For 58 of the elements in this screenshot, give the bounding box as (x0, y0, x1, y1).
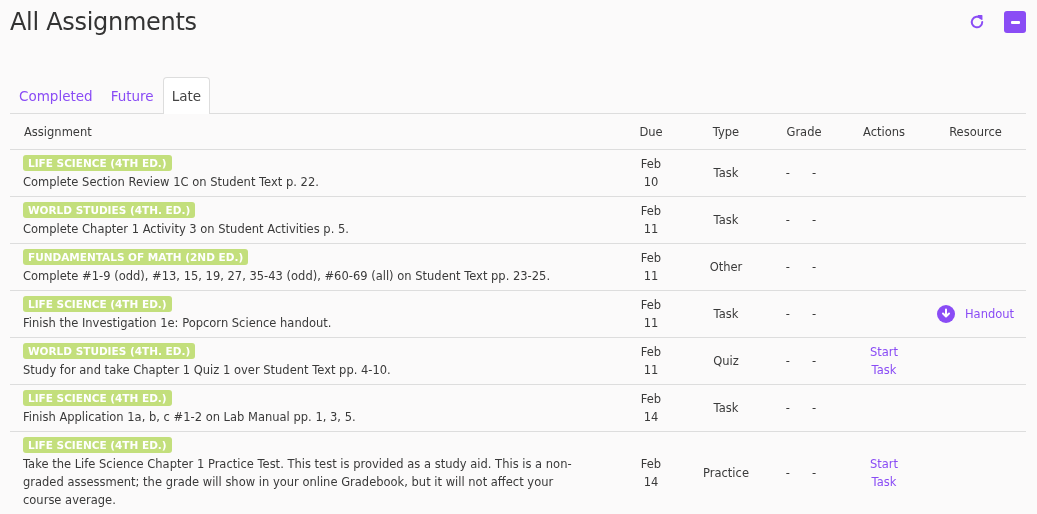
grade-value: - (785, 307, 790, 321)
grade-value: - (812, 166, 817, 180)
tab[interactable]: Completed (10, 77, 102, 114)
assignment-description: Complete Chapter 1 Activity 3 on Student Activities p. 5. (23, 221, 350, 238)
collapse-button[interactable] (1004, 11, 1026, 33)
grade-value: - (812, 354, 817, 368)
assignment-type: Other (709, 260, 743, 274)
grade-value: - (812, 401, 817, 415)
due-date: Feb 11 (639, 297, 663, 332)
column-header: Resource (925, 114, 1026, 150)
assignment-description: Finish Application 1a, b, c #1-2 on Lab Manual pp. 1, 3, 5. (23, 409, 357, 426)
assignment-type: Task (713, 401, 739, 415)
course-tag: LIFE SCIENCE (4TH ED.) (23, 437, 172, 453)
due-date: Feb 10 (639, 156, 663, 191)
assignment-type: Task (713, 166, 739, 180)
column-header: Actions (843, 114, 925, 150)
column-header: Assignment (10, 114, 615, 150)
course-tag: FUNDAMENTALS OF MATH (2ND ED.) (23, 249, 249, 265)
handout-link[interactable]: Handout (964, 307, 1015, 321)
assignment-description: Take the Life Science Chapter 1 Practice Test. This test is provided as a study aid. This is a non-graded assessment; the grade will show in your online Gradebook, but it will not affect your course average. (23, 456, 573, 509)
course-tag: LIFE SCIENCE (4TH ED.) (23, 390, 172, 406)
due-date: Feb 14 (639, 391, 663, 426)
assignment-type: Practice (703, 466, 749, 480)
refresh-icon[interactable] (968, 13, 986, 31)
assignment-description: Study for and take Chapter 1 Quiz 1 over Student Text pp. 4-10. (23, 362, 392, 379)
start-task-link[interactable]: Start Task (866, 343, 902, 379)
grade-value: - (812, 307, 817, 321)
assignment-description: Complete Section Review 1C on Student Text p. 22. (23, 174, 320, 191)
grade-value: - (785, 213, 790, 227)
grade-value: - (812, 260, 817, 274)
due-date: Feb 11 (639, 203, 663, 238)
assignment-description: Finish the Investigation 1e: Popcorn Science handout. (23, 315, 333, 332)
grade-value: - (785, 401, 790, 415)
grade-value: - (785, 166, 790, 180)
start-task-link[interactable]: Start Task (866, 455, 902, 491)
page-title: All Assignments (10, 8, 197, 36)
course-tag: WORLD STUDIES (4TH. ED.) (23, 343, 196, 359)
due-date: Feb 11 (639, 344, 663, 379)
grade-value: - (785, 260, 790, 274)
tab[interactable]: Future (101, 77, 163, 114)
column-header: Due (615, 114, 687, 150)
assignment-type: Task (713, 213, 739, 227)
tab[interactable]: Late (162, 77, 211, 114)
course-tag: WORLD STUDIES (4TH. ED.) (23, 202, 196, 218)
grade-value: - (785, 466, 790, 480)
column-header: Type (687, 114, 765, 150)
grade-value: - (812, 466, 817, 480)
grade-value: - (812, 213, 817, 227)
assignment-description: Complete #1-9 (odd), #13, 15, 19, 27, 35-43 (odd), #60-69 (all) on Student Text pp. 23-25. (23, 268, 552, 285)
download-icon[interactable] (936, 305, 955, 323)
due-date: Feb 11 (639, 250, 663, 285)
assignment-type: Quiz (713, 354, 739, 368)
grade-value: - (785, 354, 790, 368)
course-tag: LIFE SCIENCE (4TH ED.) (23, 155, 172, 171)
column-header: Grade (765, 114, 843, 150)
due-date: Feb 14 (639, 456, 663, 491)
assignment-type: Task (713, 307, 739, 321)
course-tag: LIFE SCIENCE (4TH ED.) (23, 296, 172, 312)
